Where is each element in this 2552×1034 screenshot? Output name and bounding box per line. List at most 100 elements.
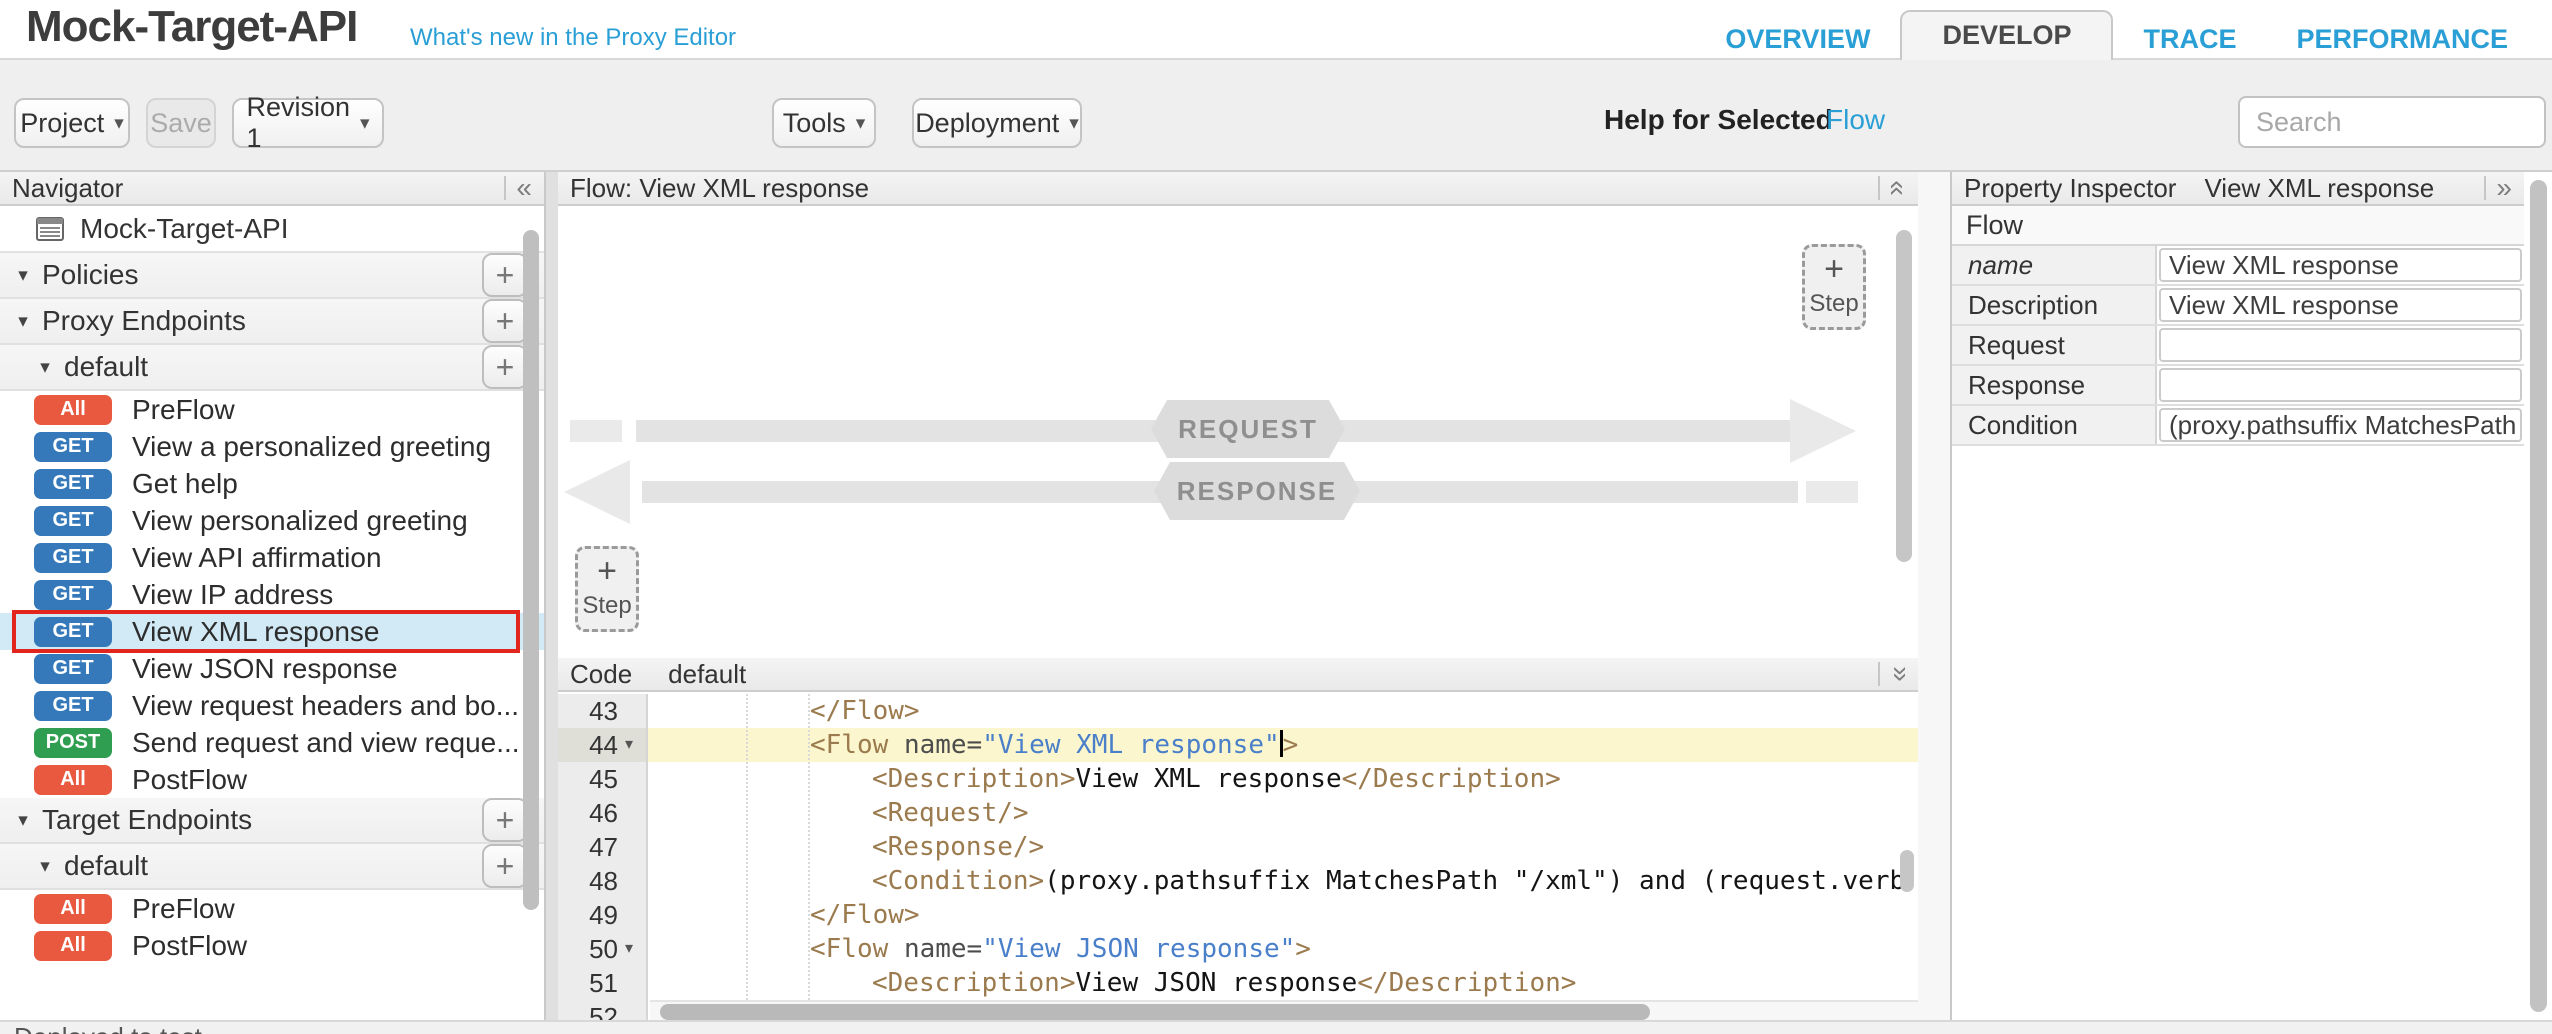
code-token: View JSON response (1076, 968, 1358, 998)
property-value-input[interactable]: (proxy.pathsuffix MatchesPath "/x (2159, 408, 2522, 442)
whats-new-link[interactable]: What's new in the Proxy Editor (410, 24, 736, 52)
tree-expanded-icon: ▾ (30, 855, 60, 878)
line-number: 52 (589, 1000, 618, 1022)
main-tabs: OVERVIEWDEVELOPTRACEPERFORMANCE (1695, 14, 2538, 60)
property-value-input[interactable] (2159, 368, 2522, 402)
caret-down-icon: ▾ (856, 112, 866, 135)
add-button[interactable]: + (482, 253, 528, 297)
code-token: <Condition> (872, 866, 1044, 896)
nav-section-default[interactable]: ▾default + (0, 844, 544, 890)
nav-flow-send-request-and-view-reque[interactable]: POSTSend request and view reque... (0, 724, 544, 761)
navigator-panel: Navigator « Mock-Target-API ▾Polic (0, 172, 546, 1022)
request-flow-badge: REQUEST (1151, 400, 1345, 458)
flow-label: View JSON response (132, 653, 398, 685)
flow-label: Send request and view reque... (132, 727, 520, 759)
nav-flow-view-api-affirmation[interactable]: GETView API affirmation (0, 539, 544, 576)
flow-scrollbar[interactable] (1896, 230, 1912, 562)
nav-flow-view-personalized-greeting[interactable]: GETView personalized greeting (0, 502, 544, 539)
collapse-panel-left-icon[interactable]: « (516, 174, 532, 202)
nav-flow-get-help[interactable]: GETGet help (0, 465, 544, 502)
line-number-gutter: 46 (558, 796, 648, 830)
add-step-button-response[interactable]: + Step (1802, 244, 1866, 330)
property-row-condition: Condition(proxy.pathsuffix MatchesPath "… (1952, 406, 2524, 446)
property-value-input[interactable]: View XML response (2159, 288, 2522, 322)
header-divider (2484, 176, 2486, 200)
navigator-scrollbar[interactable] (523, 230, 539, 910)
nav-section-proxy-endpoints[interactable]: ▾Proxy Endpoints+ (0, 299, 544, 345)
fold-arrow-icon[interactable]: ▾ (618, 728, 640, 762)
add-button[interactable]: + (482, 299, 528, 343)
code-token: (proxy.pathsuffix MatchesPath "/xml") an… (1044, 866, 1918, 896)
project-dropdown-button[interactable]: Project ▾ (14, 98, 130, 148)
code-token (888, 934, 904, 964)
tab-performance[interactable]: PERFORMANCE (2266, 18, 2538, 60)
code-token: name= (904, 934, 982, 964)
nav-section-label: Policies (42, 259, 138, 291)
nav-flow-view-ip-address[interactable]: GETView IP address (0, 576, 544, 613)
code-line-46: 46<Request/> (558, 796, 1918, 830)
nav-flow-view-xml-response[interactable]: GETView XML response (0, 613, 544, 650)
tab-trace[interactable]: TRACE (2113, 18, 2266, 60)
flow-diagram-canvas: + Step REQUEST RESPONSE + Step (558, 208, 1918, 658)
line-number-gutter: 45 (558, 762, 648, 796)
code-vertical-scrollbar[interactable] (1900, 850, 1914, 892)
method-badge-get: GET (34, 432, 112, 462)
nav-section-policies[interactable]: ▾Policies+ (0, 253, 544, 299)
nav-flow-view-request-headers-and-bo[interactable]: GETView request headers and bo... (0, 687, 544, 724)
code-editor[interactable]: 43</Flow>44▾<Flow name="View XML respons… (558, 694, 1918, 1022)
add-button[interactable]: + (482, 844, 528, 888)
flow-panel-header: Flow: View XML response « (558, 172, 1918, 206)
expand-panel-right-icon[interactable]: » (2496, 174, 2512, 202)
deployment-status-text: Deployed to test (0, 1022, 2552, 1034)
code-horizontal-scrollbar[interactable] (660, 1004, 1650, 1020)
navigator-root-item[interactable]: Mock-Target-API (0, 206, 544, 253)
method-badge-get: GET (34, 617, 112, 647)
nav-flow-view-a-personalized-greeting[interactable]: GETView a personalized greeting (0, 428, 544, 465)
code-line-content: </Flow> (648, 898, 1918, 932)
code-token: <Flow (810, 934, 888, 964)
code-horizontal-scrollbar-track (650, 1000, 1918, 1022)
collapse-flow-panel-icon[interactable]: « (1884, 180, 1912, 196)
fold-arrow-icon[interactable]: ▾ (618, 932, 640, 966)
code-line-45: 45<Description>View XML response</Descri… (558, 762, 1918, 796)
nav-section-label: default (64, 850, 148, 882)
nav-section-label: Proxy Endpoints (42, 305, 246, 337)
header-divider (1878, 176, 1880, 200)
search-input[interactable] (2238, 96, 2546, 148)
property-value-input[interactable]: View XML response (2159, 248, 2522, 282)
help-flow-link[interactable]: Flow (1826, 104, 1885, 136)
property-value-input[interactable] (2159, 328, 2522, 362)
nav-flow-preflow[interactable]: AllPreFlow (0, 890, 544, 927)
property-value-cell (2157, 366, 2524, 404)
caret-down-icon: ▾ (114, 112, 124, 135)
response-flow-badge: RESPONSE (1154, 462, 1360, 520)
nav-flow-postflow[interactable]: AllPostFlow (0, 927, 544, 964)
deployment-dropdown-button[interactable]: Deployment ▾ (912, 98, 1082, 148)
add-button[interactable]: + (482, 345, 528, 389)
code-token: View XML response (1076, 764, 1342, 794)
nav-section-default[interactable]: ▾default+ (0, 345, 544, 391)
tab-overview[interactable]: OVERVIEW (1695, 18, 1900, 60)
nav-flow-preflow[interactable]: AllPreFlow (0, 391, 544, 428)
method-badge-get: GET (34, 506, 112, 536)
nav-flow-postflow[interactable]: AllPostFlow (0, 761, 544, 798)
header-divider (1878, 662, 1880, 686)
line-number: 49 (589, 898, 618, 932)
code-token: <Response/> (872, 832, 1044, 862)
add-step-button-request[interactable]: + Step (575, 546, 639, 632)
tools-dropdown-button[interactable]: Tools ▾ (772, 98, 876, 148)
code-panel-header: Code default « (558, 658, 1918, 692)
nav-section-target-endpoints[interactable]: ▾Target Endpoints+ (0, 798, 544, 844)
property-table: nameView XML responseDescriptionView XML… (1952, 246, 2552, 446)
panel-splitter[interactable] (1918, 172, 1950, 1022)
save-button[interactable]: Save (146, 98, 216, 148)
collapse-code-panel-icon[interactable]: « (1884, 666, 1912, 682)
add-button[interactable]: + (482, 798, 528, 842)
line-number-gutter: 48 (558, 864, 648, 898)
property-scrollbar[interactable] (2530, 180, 2547, 1012)
tab-develop[interactable]: DEVELOP (1900, 10, 2113, 60)
code-line-content: </Flow> (648, 694, 1918, 728)
revision-dropdown-button[interactable]: Revision 1 ▾ (232, 98, 384, 148)
line-number-gutter: 44▾ (558, 728, 648, 762)
nav-flow-view-json-response[interactable]: GETView JSON response (0, 650, 544, 687)
